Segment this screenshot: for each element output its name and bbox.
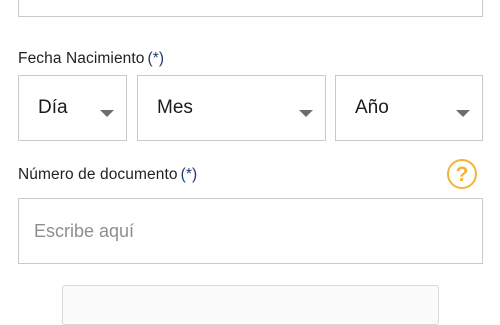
help-symbol: ? (455, 162, 469, 186)
document-number-label: Número de documento (*) (18, 166, 197, 184)
previous-input-field[interactable] (18, 0, 483, 17)
document-number-label-text: Número de documento (18, 166, 178, 183)
chevron-down-icon (299, 110, 313, 117)
required-marker: (*) (147, 50, 165, 67)
document-number-input[interactable] (18, 198, 483, 264)
required-marker: (*) (180, 166, 198, 183)
day-select-value: Día (38, 97, 68, 118)
year-select-value: Año (355, 97, 389, 118)
month-select-value: Mes (157, 97, 193, 118)
birthdate-label-text: Fecha Nacimiento (18, 50, 145, 67)
chevron-down-icon (100, 110, 114, 117)
birthdate-label: Fecha Nacimiento (*) (18, 50, 164, 68)
chevron-down-icon (456, 110, 470, 117)
month-select[interactable]: Mes (137, 75, 326, 141)
year-select[interactable]: Año (335, 75, 483, 141)
question-circle-icon[interactable]: ? (447, 159, 477, 189)
next-field-box[interactable] (62, 285, 439, 325)
day-select[interactable]: Día (18, 75, 127, 141)
